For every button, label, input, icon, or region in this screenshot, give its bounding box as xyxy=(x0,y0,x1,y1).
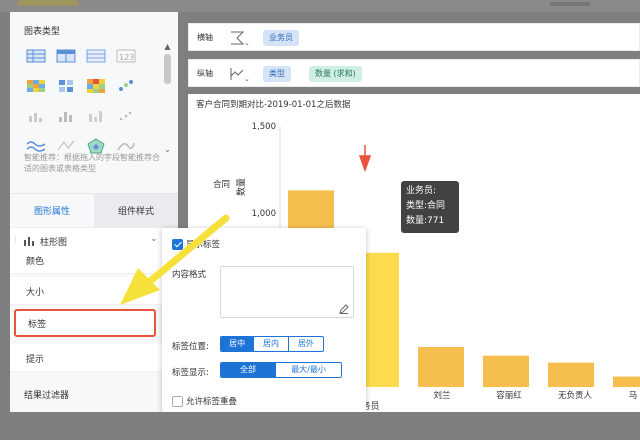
show-label-checkbox[interactable] xyxy=(172,238,183,250)
allow-overlap-row[interactable]: 允许标签重叠 xyxy=(172,395,237,407)
tooltip-line-salesperson: 业务员: xyxy=(406,186,437,196)
bar[interactable] xyxy=(483,355,529,387)
label-settings-popup: 显示标签 内容格式 标签位置: 居中 居内 居外 标签显示: 全部 最大/最小 … xyxy=(162,228,366,412)
x-tick-label: 刘兰 xyxy=(433,390,450,401)
label-display-label: 标签显示: xyxy=(172,368,209,378)
y-tick-label: 1,500 xyxy=(252,122,276,132)
bar[interactable] xyxy=(418,346,464,387)
display-all-option[interactable]: 全部 xyxy=(221,363,277,377)
edit-pen-icon[interactable] xyxy=(339,304,349,314)
tooltip-line-type: 类型:合同 xyxy=(406,201,446,211)
label-position-label: 标签位置: xyxy=(172,342,209,352)
position-center-option[interactable]: 居中 xyxy=(221,337,255,351)
label-position-segment: 居中 居内 居外 xyxy=(220,336,324,352)
bar[interactable] xyxy=(548,362,594,387)
content-format-box[interactable] xyxy=(220,266,354,318)
bar[interactable] xyxy=(613,376,640,387)
x-tick-label: 马 xyxy=(629,391,638,401)
bar-tooltip: 业务员: 类型:合同 数量:771 xyxy=(401,181,459,233)
y-axis-group-label: 合同 xyxy=(213,179,230,190)
y-tick-label: 1,000 xyxy=(252,209,276,219)
label-display-segment: 全部 最大/最小 xyxy=(220,362,342,378)
allow-overlap-text: 允许标签重叠 xyxy=(186,397,238,407)
x-tick-label: 无负责人 xyxy=(558,390,593,401)
allow-overlap-checkbox[interactable] xyxy=(172,395,183,407)
content-format-label: 内容格式 xyxy=(172,270,207,280)
bottom-overlay-strip xyxy=(0,412,640,440)
tooltip-line-quantity: 数量:771 xyxy=(406,216,445,226)
show-label-row[interactable]: 显示标签 xyxy=(172,238,220,250)
red-arrow-indicator xyxy=(358,145,372,173)
show-label-text: 显示标签 xyxy=(186,240,221,250)
x-tick-label: 容丽红 xyxy=(496,390,522,401)
display-maxmin-option[interactable]: 最大/最小 xyxy=(276,363,341,377)
y-axis-title: 数量 xyxy=(235,178,247,196)
position-outside-option[interactable]: 居外 xyxy=(288,337,323,351)
position-inside-option[interactable]: 居内 xyxy=(254,337,289,351)
